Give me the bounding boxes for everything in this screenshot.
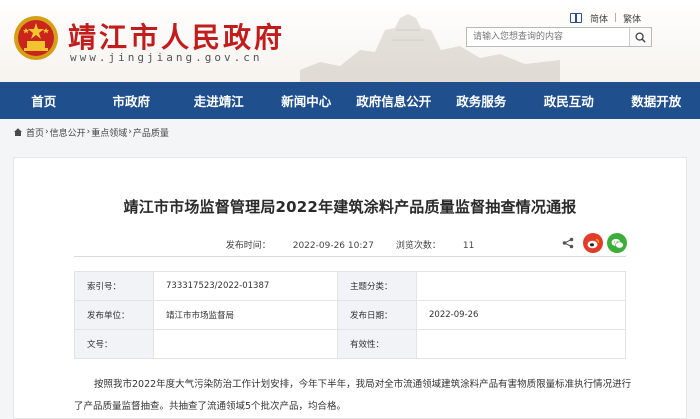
nav-item-interaction[interactable]: 政民互动 — [525, 82, 613, 119]
topic-category-label: 主题分类： — [337, 271, 417, 301]
view-count: 浏览次数： 11 — [396, 241, 474, 251]
publish-time: 发布时间： 2022-09-26 10:27 — [226, 241, 374, 251]
breadcrumb-arrow: › — [86, 127, 91, 137]
index-number-value: 733317523/2022-01387 — [153, 271, 338, 301]
share-bar — [562, 233, 627, 253]
wechat-share-button[interactable] — [607, 233, 627, 253]
publish-date-value: 2022-09-26 — [416, 300, 626, 330]
site-title[interactable]: 靖江市人民政府 — [68, 16, 285, 56]
nav-item-home[interactable]: 首页 — [0, 82, 88, 119]
breadcrumb: 首页 › 信息公开 › 重点领域 › 产品质量 — [13, 124, 169, 140]
nav-item-news-center[interactable]: 新闻中心 — [263, 82, 351, 119]
breadcrumb-info-disclosure[interactable]: 信息公开 — [50, 126, 86, 139]
home-icon — [14, 128, 22, 136]
breadcrumb-arrow: › — [128, 127, 132, 137]
article-card: 靖江市市场监督管理局2022年建筑涂料产品质量监督抽查情况通报 发布时间： 202… — [13, 157, 687, 419]
validity-label: 有效性： — [337, 329, 417, 359]
lang-simplified-link[interactable]: 简体 — [590, 12, 608, 25]
nav-item-about-jingjiang[interactable]: 走进靖江 — [175, 82, 263, 119]
national-emblem-icon — [14, 16, 58, 60]
search-box — [466, 27, 652, 47]
table-row: 文号： 有效性： — [74, 329, 626, 359]
meta-divider — [74, 256, 626, 257]
search-input[interactable] — [467, 28, 629, 46]
topic-category-value — [416, 271, 626, 301]
validity-value — [416, 329, 626, 359]
table-row: 发布单位： 靖江市市场监督局 发布日期： 2022-09-26 — [74, 300, 626, 330]
nav-item-city-government[interactable]: 市政府 — [88, 82, 176, 119]
table-row: 索引号： 733317523/2022-01387 主题分类： — [74, 271, 626, 301]
search-icon — [635, 31, 646, 43]
lang-switch-icon — [570, 13, 582, 23]
publish-time-value: 2022-09-26 10:27 — [292, 241, 374, 251]
lang-separator: | — [614, 13, 618, 23]
breadcrumb-arrow: › — [45, 127, 49, 137]
index-number-label: 索引号： — [74, 271, 154, 301]
nav-item-gov-info-disclosure[interactable]: 政府信息公开 — [350, 82, 438, 119]
publish-time-label: 发布时间： — [225, 241, 271, 251]
site-header: 靖江市人民政府 www.jingjiang.gov.cn 简体 | 繁体 — [0, 0, 700, 82]
article-body: 按照我市2022年度大气污染防治工作计划安排，今年下半年，我局对全市流通领域建筑… — [74, 379, 632, 412]
wechat-icon — [611, 238, 624, 249]
share-icon[interactable] — [562, 237, 574, 249]
search-button[interactable] — [629, 28, 651, 46]
main-nav: 首页 市政府 走进靖江 新闻中心 政府信息公开 政务服务 政民互动 数据开放 — [0, 82, 700, 119]
article-info-table: 索引号： 733317523/2022-01387 主题分类： 发布单位： 靖江… — [74, 271, 626, 359]
breadcrumb-home[interactable]: 首页 — [26, 126, 44, 139]
weibo-share-button[interactable] — [583, 233, 603, 253]
document-number-label: 文号： — [74, 329, 154, 359]
nav-item-open-data[interactable]: 数据开放 — [613, 82, 700, 119]
breadcrumb-product-quality[interactable]: 产品质量 — [133, 126, 169, 139]
view-count-label: 浏览次数： — [395, 241, 441, 251]
site-domain: www.jingjiang.gov.cn — [70, 51, 263, 64]
view-count-value: 11 — [462, 241, 475, 251]
breadcrumb-key-areas[interactable]: 重点领域 — [91, 126, 127, 139]
nav-item-gov-services[interactable]: 政务服务 — [438, 82, 526, 119]
lang-traditional-link[interactable]: 繁体 — [623, 12, 641, 25]
publisher-label: 发布单位： — [74, 300, 154, 330]
article-title: 靖江市市场监督管理局2022年建筑涂料产品质量监督抽查情况通报 — [123, 198, 577, 216]
document-number-value — [153, 329, 338, 359]
language-switcher: 简体 | 繁体 — [570, 10, 641, 26]
publish-date-label: 发布日期： — [337, 300, 417, 330]
weibo-icon — [587, 238, 599, 248]
publisher-value: 靖江市市场监督局 — [153, 300, 338, 330]
